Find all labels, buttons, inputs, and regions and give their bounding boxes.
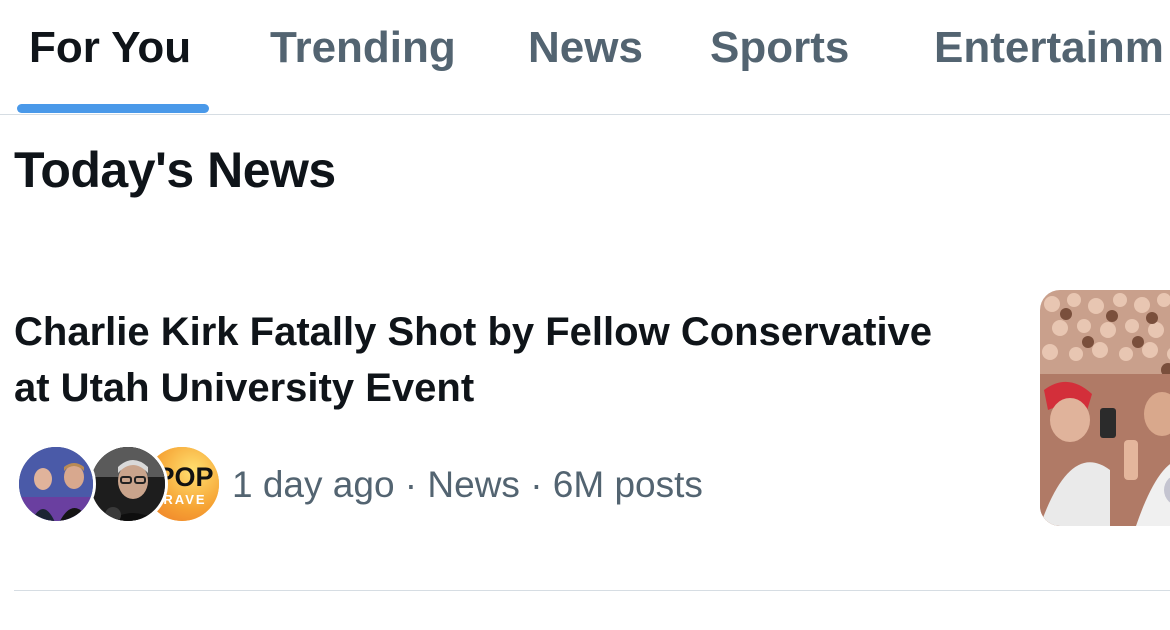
logo-subtext: RAVE [163, 492, 206, 507]
story-headline[interactable]: Charlie Kirk Fatally Shot by Fellow Cons… [14, 304, 954, 416]
person-avatar-icon [16, 444, 96, 524]
section-title: Today's News [14, 142, 336, 198]
crowd-photo-thumbnail[interactable] [1040, 290, 1170, 526]
story-meta: 1 day ago · News · 6M posts [232, 464, 703, 505]
tab-entertainment[interactable]: Entertainm [934, 22, 1164, 74]
source-avatars: POP RAVE [16, 444, 222, 528]
news-story-card[interactable]: Charlie Kirk Fatally Shot by Fellow Cons… [0, 270, 1170, 590]
person-avatar-icon [88, 444, 168, 524]
tab-for-you[interactable]: For You [29, 22, 191, 74]
divider [14, 590, 1170, 591]
tab-news[interactable]: News [528, 22, 643, 74]
tab-bar: For You Trending News Sports Entertainm [0, 0, 1170, 115]
active-tab-indicator [17, 104, 209, 113]
tab-trending[interactable]: Trending [270, 22, 456, 74]
tab-sports[interactable]: Sports [710, 22, 849, 74]
